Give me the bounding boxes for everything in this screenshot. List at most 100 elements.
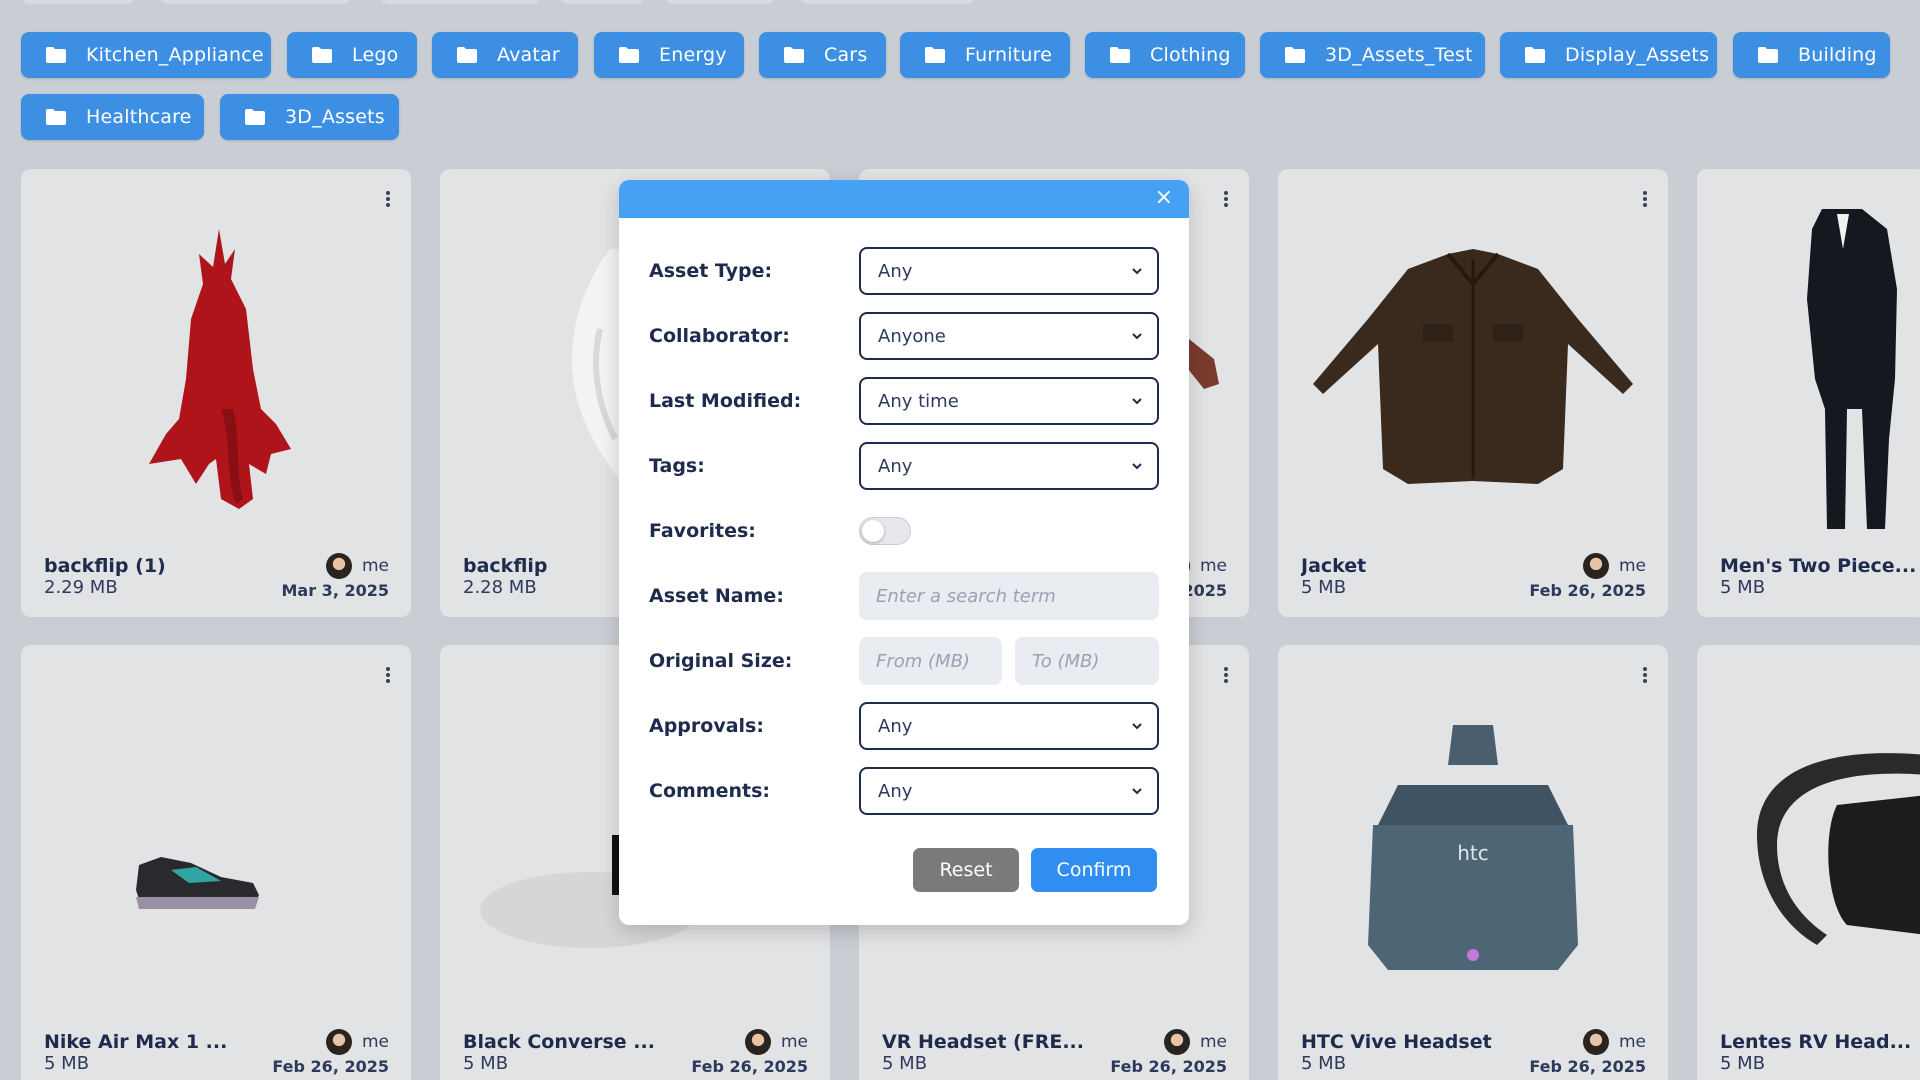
size-from-input[interactable] — [859, 637, 1002, 685]
collaborator-label: Collaborator: — [649, 325, 790, 347]
folder-label: Display_Assets — [1565, 44, 1710, 66]
folder-icon — [1110, 47, 1130, 63]
folder-chip-display-assets[interactable]: Display_Assets — [1500, 32, 1717, 78]
asset-thumbnail-htc-vive: htc — [1368, 725, 1578, 970]
chevron-down-icon — [1132, 398, 1142, 405]
owner-label: me — [361, 556, 389, 576]
folder-chip-avatar[interactable]: Avatar — [432, 32, 578, 78]
owner-label: me — [1618, 1032, 1646, 1052]
folder-chip-energy[interactable]: Energy — [594, 32, 744, 78]
asset-size: 5 MB — [1301, 1053, 1347, 1074]
hidden-top-button[interactable] — [380, 0, 540, 4]
hidden-top-button[interactable] — [160, 0, 350, 4]
reset-button[interactable]: Reset — [913, 848, 1019, 892]
asset-type-value: Any — [878, 260, 913, 282]
asset-size: 5 MB — [1720, 577, 1766, 598]
folder-chip-3d-assets-test[interactable]: 3D_Assets_Test — [1260, 32, 1485, 78]
asset-owner: me — [744, 1029, 808, 1055]
asset-owner: me — [325, 1029, 389, 1055]
approvals-row: Approvals: Any — [649, 702, 1159, 750]
avatar — [325, 553, 352, 579]
chevron-down-icon — [1132, 723, 1142, 730]
chevron-down-icon — [1132, 463, 1142, 470]
folder-icon — [1758, 47, 1778, 63]
avatar — [1582, 553, 1609, 579]
favorites-row: Favorites: — [649, 507, 1159, 555]
tags-select[interactable]: Any — [859, 442, 1159, 490]
hidden-top-button[interactable] — [22, 0, 134, 4]
tags-value: Any — [878, 455, 913, 477]
asset-owner: me — [1582, 553, 1646, 579]
asset-owner: me — [1582, 1029, 1646, 1055]
more-options-icon[interactable] — [1223, 667, 1229, 685]
comments-value: Any — [878, 780, 913, 802]
approvals-value: Any — [878, 715, 913, 737]
folder-chip-lego[interactable]: Lego — [287, 32, 417, 78]
chevron-down-icon — [1132, 268, 1142, 275]
asset-card[interactable]: Lentes RV Head... 5 MB — [1697, 645, 1920, 1080]
asset-type-select[interactable]: Any — [859, 247, 1159, 295]
folder-icon — [46, 47, 66, 63]
asset-card[interactable]: Men's Two Piece... 5 MB — [1697, 169, 1920, 617]
asset-name: Men's Two Piece... — [1720, 555, 1917, 577]
asset-size: 2.29 MB — [44, 577, 118, 598]
collaborator-row: Collaborator: Anyone — [649, 312, 1159, 360]
asset-card[interactable]: Nike Air Max 1 ... 5 MB me Feb 26, 2025 — [21, 645, 411, 1080]
last-modified-select[interactable]: Any time — [859, 377, 1159, 425]
last-modified-row: Last Modified: Any time — [649, 377, 1159, 425]
asset-card[interactable]: htc HTC Vive Headset 5 MB me Feb 26, 202… — [1278, 645, 1668, 1080]
folder-label: Cars — [824, 44, 868, 66]
chevron-down-icon — [1132, 333, 1142, 340]
favorites-toggle[interactable] — [859, 517, 911, 545]
folder-chip-3d-assets[interactable]: 3D_Assets — [220, 94, 399, 140]
size-to-input[interactable] — [1015, 637, 1159, 685]
more-options-icon[interactable] — [385, 667, 391, 685]
asset-name: Nike Air Max 1 ... — [44, 1031, 228, 1053]
more-options-icon[interactable] — [1223, 191, 1229, 209]
more-options-icon[interactable] — [385, 191, 391, 209]
more-options-icon[interactable] — [1642, 667, 1648, 685]
hidden-top-button[interactable] — [665, 0, 775, 4]
folder-chip-furniture[interactable]: Furniture — [900, 32, 1070, 78]
avatar — [325, 1029, 352, 1055]
owner-label: me — [780, 1032, 808, 1052]
chevron-down-icon — [1132, 788, 1142, 795]
close-icon[interactable]: × — [1155, 186, 1173, 210]
hidden-top-button[interactable] — [560, 0, 645, 4]
hidden-top-button[interactable] — [800, 0, 975, 4]
last-modified-value: Any time — [878, 390, 959, 412]
asset-name-input[interactable] — [859, 572, 1159, 620]
folder-label: Clothing — [1150, 44, 1231, 66]
confirm-button[interactable]: Confirm — [1031, 848, 1157, 892]
asset-size: 5 MB — [882, 1053, 928, 1074]
folder-icon — [925, 47, 945, 63]
asset-name: Lentes RV Head... — [1720, 1031, 1912, 1053]
folder-icon — [46, 109, 66, 125]
last-modified-label: Last Modified: — [649, 390, 802, 412]
original-size-label: Original Size: — [649, 650, 793, 672]
asset-name-row: Asset Name: — [649, 572, 1159, 620]
asset-size: 2.28 MB — [463, 577, 537, 598]
asset-thumbnail-jacket — [1313, 249, 1633, 484]
asset-date: Feb 26, 2025 — [1110, 1057, 1227, 1076]
folder-chip-healthcare[interactable]: Healthcare — [21, 94, 204, 140]
folder-chip-kitchen-appliance[interactable]: Kitchen_Appliance — [21, 32, 271, 78]
asset-card[interactable]: backflip (1) 2.29 MB me Mar 3, 2025 — [21, 169, 411, 617]
more-options-icon[interactable] — [1642, 191, 1648, 209]
comments-select[interactable]: Any — [859, 767, 1159, 815]
avatar — [1582, 1029, 1609, 1055]
asset-name: backflip — [463, 555, 548, 577]
filter-dialog: × Asset Type: Any Collaborator: Anyone L… — [619, 180, 1189, 925]
folder-chip-clothing[interactable]: Clothing — [1085, 32, 1245, 78]
folder-icon — [312, 47, 332, 63]
collaborator-select[interactable]: Anyone — [859, 312, 1159, 360]
asset-name: Black Converse ... — [463, 1031, 655, 1053]
approvals-select[interactable]: Any — [859, 702, 1159, 750]
asset-owner: me — [1163, 1029, 1227, 1055]
folder-chip-building[interactable]: Building — [1733, 32, 1890, 78]
folder-icon — [619, 47, 639, 63]
folder-chip-cars[interactable]: Cars — [759, 32, 886, 78]
owner-label: me — [361, 1032, 389, 1052]
asset-card[interactable]: Jacket 5 MB me Feb 26, 2025 — [1278, 169, 1668, 617]
original-size-row: Original Size: — [649, 637, 1159, 685]
